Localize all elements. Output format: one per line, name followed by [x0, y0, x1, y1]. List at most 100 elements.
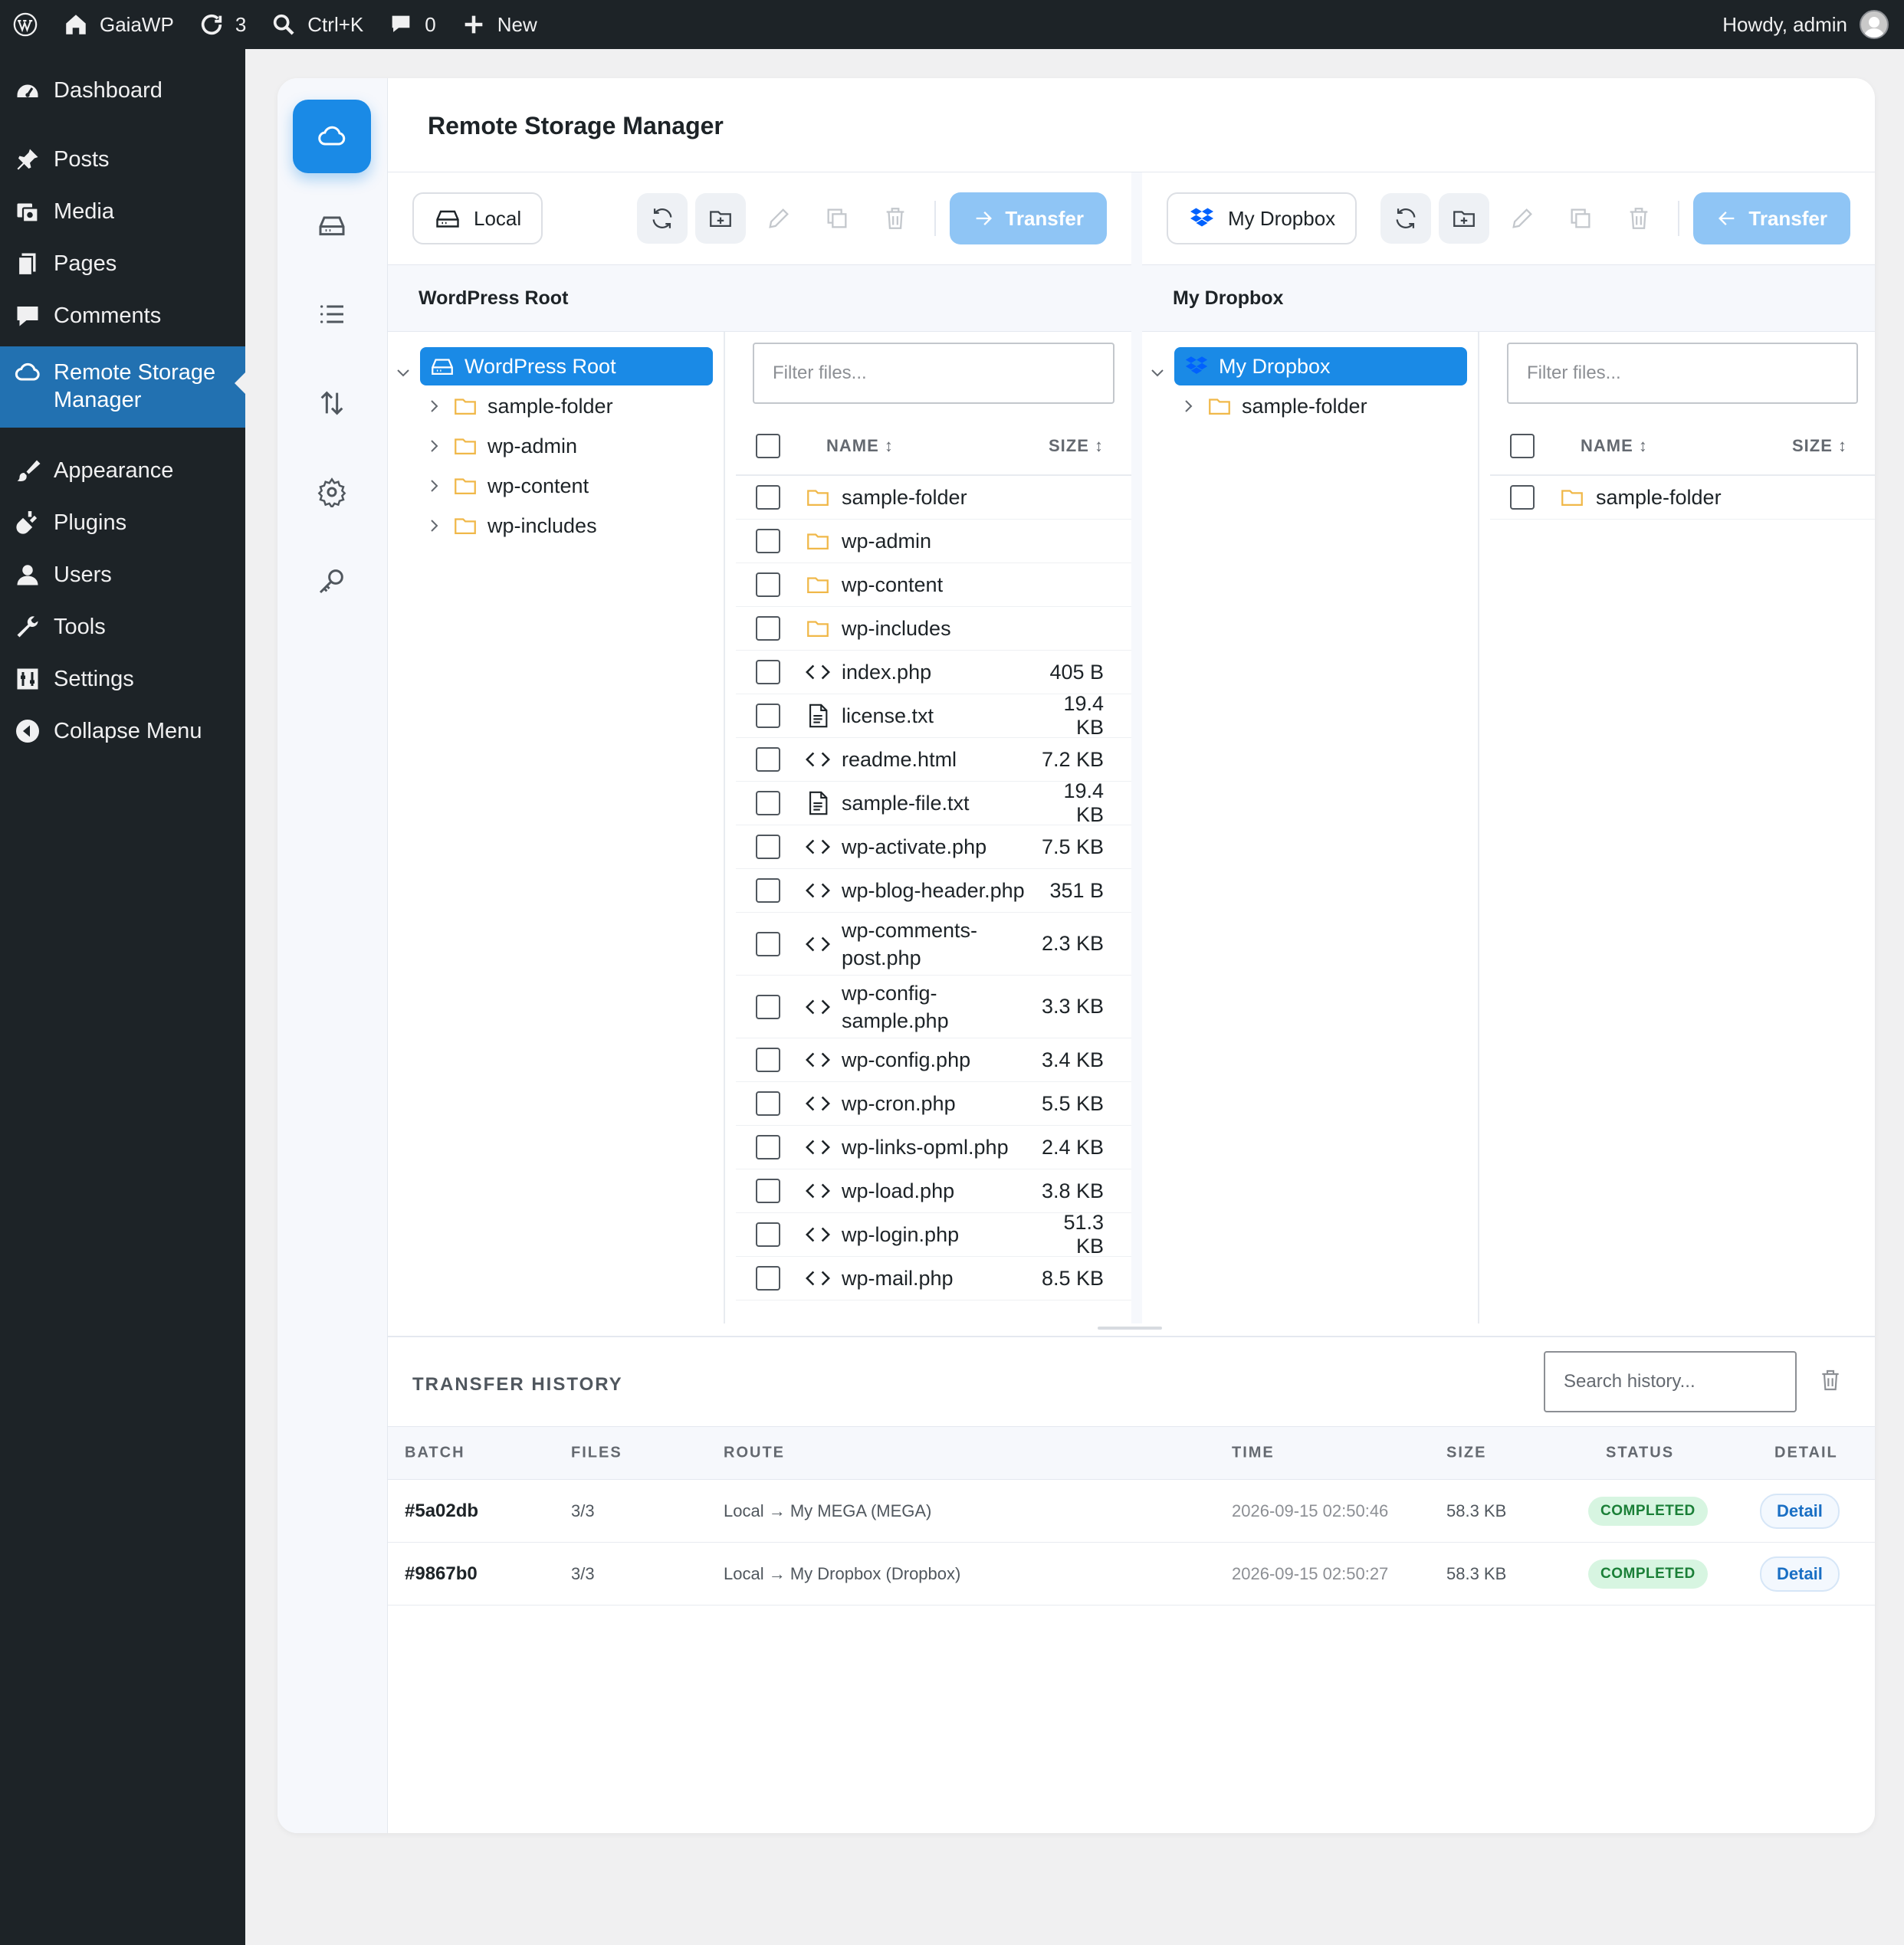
rail-transfers-button[interactable]: [293, 366, 371, 440]
tree-expander[interactable]: [1148, 353, 1164, 392]
row-checkbox[interactable]: [756, 1179, 780, 1203]
menu-appearance[interactable]: Appearance: [0, 449, 245, 492]
folder-row[interactable]: sample-folder: [1490, 476, 1875, 520]
rail-storage-button[interactable]: [293, 100, 371, 173]
clear-history-button[interactable]: [1818, 1368, 1843, 1392]
copy-button[interactable]: [1555, 193, 1606, 244]
file-row[interactable]: wp-load.php 3.8 KB: [736, 1169, 1131, 1213]
rail-drives-button[interactable]: [293, 189, 371, 262]
tree-node[interactable]: sample-folder: [1179, 387, 1367, 425]
file-row[interactable]: wp-config.php 3.4 KB: [736, 1038, 1131, 1082]
tree-node[interactable]: wp-includes: [425, 507, 597, 545]
delete-button[interactable]: [1613, 193, 1664, 244]
detail-button[interactable]: Detail: [1760, 1556, 1840, 1592]
row-checkbox[interactable]: [756, 529, 780, 553]
file-row[interactable]: wp-mail.php 8.5 KB: [736, 1257, 1131, 1300]
menu-remote-storage-manager[interactable]: Remote Storage Manager: [0, 346, 245, 428]
my-account[interactable]: Howdy, admin: [1722, 10, 1904, 39]
row-checkbox[interactable]: [756, 1266, 780, 1291]
tree-expander[interactable]: [394, 353, 409, 392]
row-checkbox[interactable]: [756, 616, 780, 641]
menu-collapse[interactable]: Collapse Menu: [0, 710, 245, 753]
row-checkbox[interactable]: [756, 485, 780, 510]
filter-input[interactable]: Filter files...: [1507, 343, 1858, 404]
tree-node-root[interactable]: WordPress Root: [420, 347, 713, 385]
tree-node-root[interactable]: My Dropbox: [1174, 347, 1467, 385]
refresh-button[interactable]: [637, 193, 688, 244]
menu-pages[interactable]: Pages: [0, 242, 245, 285]
row-checkbox[interactable]: [756, 835, 780, 859]
menu-media[interactable]: Media: [0, 190, 245, 233]
copy-button[interactable]: [812, 193, 862, 244]
select-all-checkbox[interactable]: [756, 434, 780, 458]
row-checkbox[interactable]: [756, 1135, 780, 1159]
file-row[interactable]: index.php 405 B: [736, 651, 1131, 694]
file-row[interactable]: sample-file.txt 19.4 KB: [736, 779, 1131, 826]
file-row[interactable]: wp-login.php 51.3 KB: [736, 1211, 1131, 1258]
tree-node[interactable]: wp-admin: [425, 427, 577, 465]
row-checkbox[interactable]: [756, 572, 780, 597]
row-checkbox[interactable]: [756, 1091, 780, 1116]
updates-link[interactable]: 3: [186, 0, 258, 49]
row-checkbox[interactable]: [756, 994, 780, 1019]
file-row[interactable]: readme.html 7.2 KB: [736, 738, 1131, 782]
size-column-header[interactable]: SIZE ↕: [1792, 436, 1847, 456]
site-name-link[interactable]: GaiaWP: [51, 0, 186, 49]
menu-users[interactable]: Users: [0, 553, 245, 596]
search-shortcut[interactable]: Ctrl+K: [258, 0, 376, 49]
menu-comments[interactable]: Comments: [0, 294, 245, 337]
folder-row[interactable]: wp-content: [736, 563, 1131, 607]
new-folder-button[interactable]: [695, 193, 747, 244]
pane-splitter[interactable]: [1131, 172, 1142, 1323]
delete-button[interactable]: [870, 193, 921, 244]
file-row[interactable]: wp-blog-header.php 351 B: [736, 869, 1131, 913]
row-checkbox[interactable]: [756, 704, 780, 728]
file-row[interactable]: wp-config-sample.php 3.3 KB: [736, 976, 1131, 1038]
detail-button[interactable]: Detail: [1760, 1493, 1840, 1529]
folder-row[interactable]: sample-folder: [736, 476, 1131, 520]
file-row[interactable]: wp-activate.php 7.5 KB: [736, 825, 1131, 869]
refresh-button[interactable]: [1380, 193, 1432, 244]
row-checkbox[interactable]: [1510, 485, 1535, 510]
menu-dashboard[interactable]: Dashboard: [0, 69, 245, 112]
file-row[interactable]: license.txt 19.4 KB: [736, 692, 1131, 739]
destination-selector[interactable]: My Dropbox: [1167, 192, 1357, 244]
history-resize-handle[interactable]: [1098, 1327, 1162, 1330]
file-row[interactable]: wp-links-opml.php 2.4 KB: [736, 1126, 1131, 1169]
file-row[interactable]: wp-cron.php 5.5 KB: [736, 1082, 1131, 1126]
comments-link[interactable]: 0: [376, 0, 448, 49]
row-checkbox[interactable]: [756, 878, 780, 903]
rename-button[interactable]: [753, 193, 804, 244]
menu-posts[interactable]: Posts: [0, 138, 245, 181]
row-checkbox[interactable]: [756, 747, 780, 772]
filter-input[interactable]: Filter files...: [753, 343, 1114, 404]
menu-settings[interactable]: Settings: [0, 658, 245, 700]
tree-node[interactable]: wp-content: [425, 467, 589, 505]
rename-button[interactable]: [1497, 193, 1548, 244]
name-column-header[interactable]: NAME ↕: [826, 436, 894, 456]
rail-credentials-button[interactable]: [293, 544, 371, 618]
menu-tools[interactable]: Tools: [0, 605, 245, 648]
select-all-checkbox[interactable]: [1510, 434, 1535, 458]
menu-plugins[interactable]: Plugins: [0, 501, 245, 544]
wp-logo[interactable]: [0, 0, 51, 49]
size-column-header[interactable]: SIZE ↕: [1049, 436, 1104, 456]
transfer-right-button[interactable]: Transfer: [950, 192, 1107, 244]
folder-row[interactable]: wp-admin: [736, 520, 1131, 563]
row-checkbox[interactable]: [756, 931, 780, 956]
new-folder-button[interactable]: [1439, 193, 1490, 244]
row-checkbox[interactable]: [756, 791, 780, 815]
rail-queue-button[interactable]: [293, 277, 371, 351]
history-search-input[interactable]: Search history...: [1544, 1351, 1797, 1412]
transfer-left-button[interactable]: Transfer: [1693, 192, 1850, 244]
new-content-link[interactable]: New: [448, 0, 550, 49]
source-selector[interactable]: Local: [412, 192, 543, 244]
row-checkbox[interactable]: [756, 1048, 780, 1072]
file-row[interactable]: wp-comments-post.php 2.3 KB: [736, 913, 1131, 976]
tree-node[interactable]: sample-folder: [425, 387, 613, 425]
row-checkbox[interactable]: [756, 1222, 780, 1247]
rail-settings-button[interactable]: [293, 455, 371, 529]
row-checkbox[interactable]: [756, 660, 780, 684]
folder-row[interactable]: wp-includes: [736, 607, 1131, 651]
name-column-header[interactable]: NAME ↕: [1581, 436, 1648, 456]
